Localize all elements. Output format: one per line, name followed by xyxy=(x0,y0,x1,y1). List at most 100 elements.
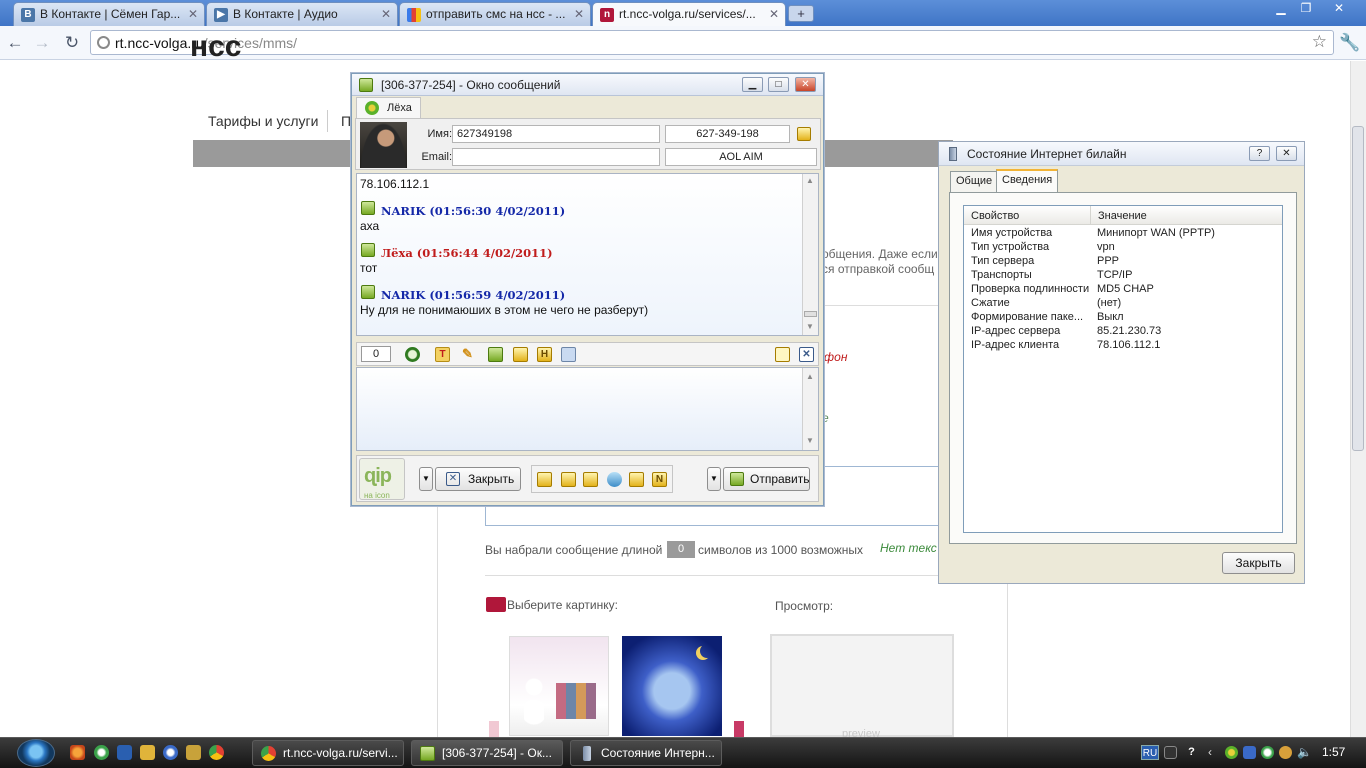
send-file-icon[interactable] xyxy=(607,472,622,487)
nav-tariffs[interactable]: Тарифы и услуги xyxy=(208,113,318,129)
page-scrollbar-thumb[interactable] xyxy=(1352,126,1364,451)
qip-titlebar[interactable]: [306-377-254] - Окно сообщений ▁ □ ✕ xyxy=(352,74,823,96)
save-icon[interactable] xyxy=(488,347,503,362)
clear-icon[interactable]: ✕ xyxy=(799,347,814,362)
close-icon[interactable]: ✕ xyxy=(574,7,584,21)
ignore-icon[interactable] xyxy=(629,472,644,487)
taskbar-task-browser[interactable]: rt.ncc-volga.ru/servi... xyxy=(252,740,404,766)
input-scrollbar[interactable]: ▲ ▼ xyxy=(802,368,818,450)
volume-icon[interactable]: 🔈 xyxy=(1297,746,1312,759)
forward-arrow-icon[interactable]: → xyxy=(32,33,52,53)
list-row[interactable]: Проверка подлинности MD5 CHAP xyxy=(964,283,1284,297)
keyboard-icon[interactable] xyxy=(1164,746,1177,759)
close-chat-button[interactable]: ✕ Закрыть xyxy=(435,467,521,491)
site-logo[interactable]: нсс xyxy=(190,40,242,62)
new-note-icon[interactable] xyxy=(775,347,790,362)
minimize-button[interactable]: ▁ xyxy=(742,77,763,92)
network-tray-icon[interactable] xyxy=(1243,746,1256,759)
close-icon[interactable]: ✕ xyxy=(188,7,198,21)
close-options-dropdown[interactable]: ▼ xyxy=(419,467,433,491)
scroll-down-icon[interactable]: ▼ xyxy=(806,436,814,445)
address-bar[interactable]: rt.ncc-volga.ru/services/mms/ ☆ xyxy=(90,30,1334,55)
picture-icon[interactable] xyxy=(513,347,528,362)
column-value[interactable]: Значение xyxy=(1091,206,1282,225)
message-input[interactable]: ▲ ▼ xyxy=(356,367,819,451)
wrench-icon[interactable]: 🔧 xyxy=(1339,33,1360,53)
reload-icon[interactable]: ↻ xyxy=(62,33,82,53)
app-icon[interactable] xyxy=(117,745,132,760)
email-field[interactable] xyxy=(452,148,660,166)
scroll-up-icon[interactable]: ▲ xyxy=(806,372,814,381)
tab-details[interactable]: Сведения xyxy=(996,169,1059,193)
app-icon[interactable] xyxy=(140,745,155,760)
qip-tray-icon[interactable] xyxy=(1225,746,1238,759)
contact-info-icon[interactable] xyxy=(537,472,552,487)
history-icon[interactable]: H xyxy=(537,347,552,362)
prev-arrow[interactable] xyxy=(489,721,499,737)
tab-general[interactable]: Общие xyxy=(950,171,999,192)
send-options-dropdown[interactable]: ▼ xyxy=(707,467,721,491)
back-arrow-icon[interactable]: ← xyxy=(5,33,25,53)
tray-expand-icon[interactable]: ‹ xyxy=(1208,746,1221,759)
notes-icon[interactable] xyxy=(583,472,598,487)
minimize-button[interactable]: ▁ xyxy=(1270,1,1292,17)
tab-vk-semen[interactable]: В В Контакте | Сёмен Гар... ✕ xyxy=(13,2,205,26)
notify-icon[interactable]: N xyxy=(652,472,667,487)
chat-scrollbar[interactable]: ▲ ▼ xyxy=(802,174,818,335)
spellcheck-icon[interactable]: ✎ xyxy=(460,347,475,362)
close-status-button[interactable]: Закрыть xyxy=(1222,552,1295,574)
tab-ncc-volga[interactable]: n rt.ncc-volga.ru/services/... ✕ xyxy=(592,2,786,27)
star-icon[interactable]: ☆ xyxy=(1312,32,1327,52)
details-list[interactable]: Свойство Значение Имя устройства Минипорт… xyxy=(963,205,1283,533)
close-button[interactable]: ✕ xyxy=(1276,146,1297,161)
scroll-up-icon[interactable]: ▲ xyxy=(806,176,814,185)
restore-button[interactable]: ❐ xyxy=(1295,1,1317,17)
nav-item-partial[interactable]: П xyxy=(341,113,351,129)
tab-google-search[interactable]: отправить смс на нсс - ... ✕ xyxy=(399,2,591,26)
app-icon[interactable] xyxy=(186,745,201,760)
tab-vk-audio[interactable]: ▶ В Контакте | Аудио ✕ xyxy=(206,2,398,26)
picture-thumb-snowman[interactable] xyxy=(509,636,609,736)
list-row[interactable]: IP-адрес сервера 85.21.230.73 xyxy=(964,325,1284,339)
clock[interactable]: 1:57 xyxy=(1322,745,1345,759)
scroll-down-icon[interactable]: ▼ xyxy=(806,322,814,331)
taskbar-task-qip[interactable]: [306-377-254] - Ок... xyxy=(411,740,563,766)
maximize-button[interactable]: □ xyxy=(768,77,789,92)
firefox-icon[interactable] xyxy=(70,745,85,760)
list-row[interactable]: IP-адрес клиента 78.106.112.1 xyxy=(964,339,1284,353)
help-icon[interactable]: ? xyxy=(1185,746,1198,759)
list-row[interactable]: Сжатие (нет) xyxy=(964,297,1284,311)
close-button[interactable]: ✕ xyxy=(795,77,816,92)
list-row[interactable]: Транспорты TCP/IP xyxy=(964,269,1284,283)
quote-icon[interactable] xyxy=(561,472,576,487)
chat-scrollbar-thumb[interactable] xyxy=(804,311,817,317)
help-button[interactable]: ? xyxy=(1249,146,1270,161)
name-field[interactable]: 627349198 xyxy=(452,125,660,143)
chat-history[interactable]: Лёха (01:56:22 4/02/2011) 78.106.112.1 N… xyxy=(356,173,819,336)
language-indicator[interactable]: RU xyxy=(1141,745,1159,760)
translit-icon[interactable]: T xyxy=(435,347,450,362)
list-row[interactable]: Тип сервера PPP xyxy=(964,255,1284,269)
next-arrow[interactable] xyxy=(734,721,744,737)
utorrent-icon[interactable] xyxy=(94,745,109,760)
list-row[interactable]: Имя устройства Минипорт WAN (PPTP) xyxy=(964,227,1284,241)
chrome-icon[interactable] xyxy=(209,745,224,760)
close-icon[interactable]: ✕ xyxy=(769,7,779,21)
status-titlebar[interactable]: Состояние Интернет билайн ? ✕ xyxy=(939,142,1304,166)
utorrent-tray-icon[interactable] xyxy=(1261,746,1274,759)
start-button[interactable] xyxy=(17,739,55,767)
media-player-icon[interactable] xyxy=(163,745,178,760)
new-tab-button[interactable]: + xyxy=(788,5,814,22)
info-icon[interactable] xyxy=(797,127,811,141)
list-row[interactable]: Формирование паке... Выкл xyxy=(964,311,1284,325)
taskbar-task-status[interactable]: Состояние Интерн... xyxy=(570,740,722,766)
close-icon[interactable]: ✕ xyxy=(381,7,391,21)
picture-thumb-snow-queen[interactable] xyxy=(622,636,722,736)
send-button[interactable]: Отправить xyxy=(723,467,810,491)
app-tray-icon[interactable] xyxy=(1279,746,1292,759)
close-window-button[interactable]: ✕ xyxy=(1328,1,1350,17)
contact-tab[interactable]: Лёха xyxy=(356,97,421,118)
list-row[interactable]: Тип устройства vpn xyxy=(964,241,1284,255)
column-property[interactable]: Свойство xyxy=(964,206,1091,225)
settings-icon[interactable] xyxy=(561,347,576,362)
